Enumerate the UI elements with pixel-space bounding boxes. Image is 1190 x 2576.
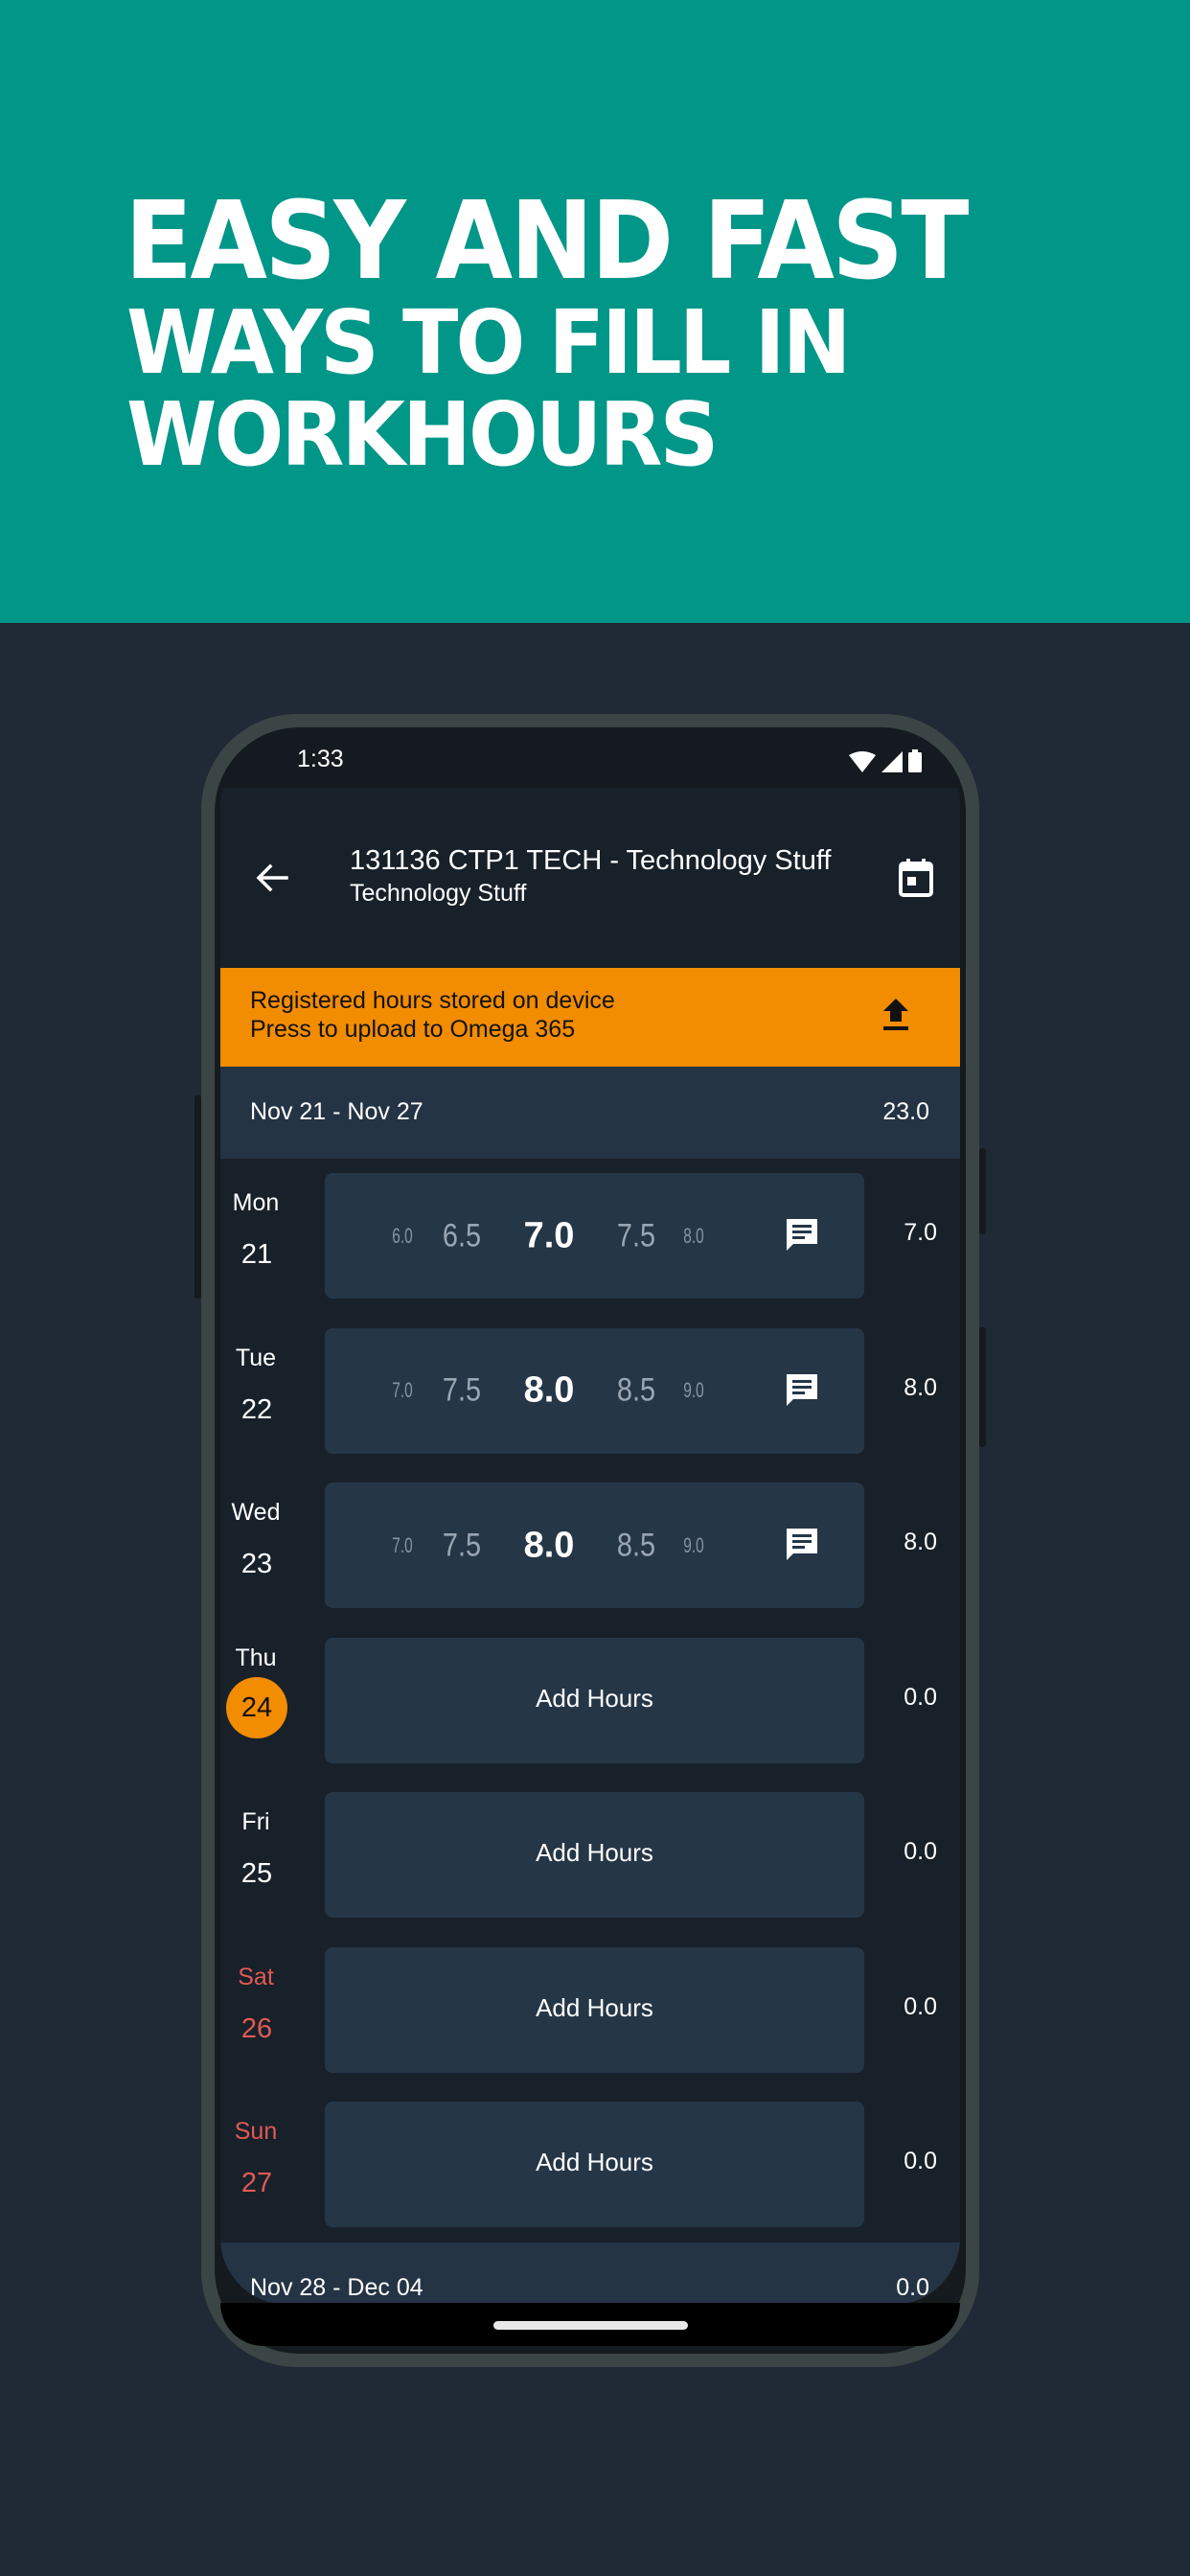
add-hours-label: Add Hours xyxy=(536,2148,653,2176)
picker-option[interactable]: 7.0 xyxy=(392,1533,412,1558)
picker-option[interactable]: 8.0 xyxy=(683,1224,703,1249)
status-bar: 1:33 xyxy=(220,728,960,788)
day-number: 25 xyxy=(240,1858,273,1889)
picker-selected-option[interactable]: 7.0 xyxy=(524,1215,575,1256)
hours-picker-card[interactable]: 6.0 6.5 7.0 7.5 8.0 xyxy=(325,1173,864,1299)
picker-option[interactable]: 8.5 xyxy=(617,1372,655,1410)
day-total: 0.0 xyxy=(904,1838,937,1865)
hours-picker[interactable]: 7.0 7.5 8.0 8.5 9.0 xyxy=(325,1483,775,1608)
week-total: 0.0 xyxy=(896,2274,929,2301)
day-name: Tue xyxy=(235,1344,277,1371)
hero-headline-line-3: WORKHOURS xyxy=(126,383,719,486)
day-number: 23 xyxy=(240,1549,273,1579)
project-title: 131136 CTP1 TECH - Technology Stuff xyxy=(350,845,832,876)
picker-option[interactable]: 9.0 xyxy=(683,1378,703,1403)
battery-icon xyxy=(908,749,922,772)
add-hours-button[interactable]: Add Hours xyxy=(325,2102,864,2227)
add-hours-label: Add Hours xyxy=(536,1992,653,2022)
upload-banner-status: Registered hours stored on device xyxy=(250,987,615,1014)
hours-picker[interactable]: 6.0 6.5 7.0 7.5 8.0 xyxy=(325,1173,775,1299)
picker-option[interactable]: 7.0 xyxy=(392,1378,412,1403)
day-total: 0.0 xyxy=(904,2148,937,2174)
week-range: Nov 21 - Nov 27 xyxy=(250,1098,423,1125)
day-name: Sat xyxy=(238,1963,274,1990)
day-total: 8.0 xyxy=(904,1373,937,1401)
hours-picker-card[interactable]: 7.0 7.5 8.0 8.5 9.0 xyxy=(325,1483,864,1608)
week-range: Nov 28 - Dec 04 xyxy=(250,2274,423,2301)
day-total: 7.0 xyxy=(904,1219,937,1246)
app-bar: 131136 CTP1 TECH - Technology Stuff Tech… xyxy=(220,788,960,968)
day-total: 0.0 xyxy=(904,1683,937,1711)
day-number: 22 xyxy=(240,1393,273,1425)
picker-option[interactable]: 7.5 xyxy=(443,1527,481,1564)
phone-volume-button xyxy=(979,1327,986,1447)
week-total: 23.0 xyxy=(882,1098,929,1125)
hero-headline-line-1: EASY AND FAST xyxy=(125,179,969,304)
day-row-mon: Mon 21 6.0 6.5 7.0 7.5 8.0 7.0 xyxy=(220,1159,960,1314)
app-screen: 1:33 131136 CTP1 TECH - Technology Stuff… xyxy=(220,728,960,2305)
today-badge: 24 xyxy=(226,1676,287,1738)
day-row-tue: Tue 22 7.0 7.5 8.0 8.5 9.0 8.0 xyxy=(220,1314,960,1469)
hero-banner: EASY AND FAST WAYS TO FILL IN WORKHOURS xyxy=(0,0,1190,623)
arrow-left-icon xyxy=(256,863,288,892)
day-row-sat: Sat 26 Add Hours 0.0 xyxy=(220,1933,960,2088)
status-time: 1:33 xyxy=(297,746,344,772)
week-header[interactable]: Nov 21 - Nov 27 23.0 xyxy=(220,1067,960,1159)
picker-selected-option[interactable]: 8.0 xyxy=(524,1525,575,1566)
day-row-thu: Thu 24 Add Hours 0.0 xyxy=(220,1623,960,1779)
signal-icon xyxy=(881,751,903,772)
day-total: 8.0 xyxy=(904,1529,937,1555)
hours-picker[interactable]: 7.0 7.5 8.0 8.5 9.0 xyxy=(325,1328,775,1454)
phone-side-button xyxy=(195,1095,201,1299)
day-name: Fri xyxy=(241,1808,270,1835)
hours-picker-card[interactable]: 7.0 7.5 8.0 8.5 9.0 xyxy=(325,1327,864,1454)
day-name: Sun xyxy=(234,2118,278,2145)
picker-option[interactable]: 8.5 xyxy=(617,1527,655,1564)
hero-headline-line-2: WAYS TO FILL IN xyxy=(126,291,851,394)
add-hours-button[interactable]: Add Hours xyxy=(325,1637,864,1763)
day-name: Thu xyxy=(235,1644,277,1671)
day-row-fri: Fri 25 Add Hours 0.0 xyxy=(220,1778,960,1933)
add-hours-button[interactable]: Add Hours xyxy=(325,1792,864,1918)
upload-banner[interactable]: Registered hours stored on device Press … xyxy=(220,968,960,1067)
project-subtitle: Technology Stuff xyxy=(350,880,527,907)
upload-icon xyxy=(883,999,908,1030)
day-number: 27 xyxy=(240,2168,273,2198)
picker-option[interactable]: 9.0 xyxy=(683,1533,703,1558)
week-header[interactable]: Nov 28 - Dec 04 0.0 xyxy=(220,2242,960,2305)
day-list: Mon 21 6.0 6.5 7.0 7.5 8.0 7.0 Tue 22 7.… xyxy=(220,1159,960,2242)
wifi-icon xyxy=(849,751,876,772)
add-hours-label: Add Hours xyxy=(536,1838,653,1867)
picker-option[interactable]: 6.0 xyxy=(392,1224,412,1249)
back-button[interactable] xyxy=(249,855,295,901)
picker-option[interactable]: 7.5 xyxy=(443,1372,481,1410)
comment-icon[interactable] xyxy=(783,1525,821,1563)
add-hours-label: Add Hours xyxy=(536,1683,653,1713)
picker-selected-option[interactable]: 8.0 xyxy=(524,1370,575,1412)
day-number: 21 xyxy=(240,1239,273,1270)
picker-option[interactable]: 7.5 xyxy=(617,1217,655,1254)
comment-icon[interactable] xyxy=(783,1215,821,1254)
day-number: 26 xyxy=(240,2012,273,2044)
comment-icon[interactable] xyxy=(783,1370,821,1409)
home-gesture-handle[interactable] xyxy=(493,2321,688,2330)
day-name: Mon xyxy=(232,1189,280,1216)
day-total: 0.0 xyxy=(904,1992,937,2020)
upload-banner-instruction: Press to upload to Omega 365 xyxy=(250,1016,576,1043)
day-row-wed: Wed 23 7.0 7.5 8.0 8.5 9.0 8.0 xyxy=(220,1468,960,1623)
phone-power-button xyxy=(979,1148,986,1234)
calendar-today-icon xyxy=(899,859,933,897)
day-name: Wed xyxy=(231,1499,281,1526)
calendar-button[interactable] xyxy=(893,855,939,901)
day-row-sun: Sun 27 Add Hours 0.0 xyxy=(220,2087,960,2242)
picker-option[interactable]: 6.5 xyxy=(443,1217,481,1254)
add-hours-button[interactable]: Add Hours xyxy=(325,1946,864,2073)
